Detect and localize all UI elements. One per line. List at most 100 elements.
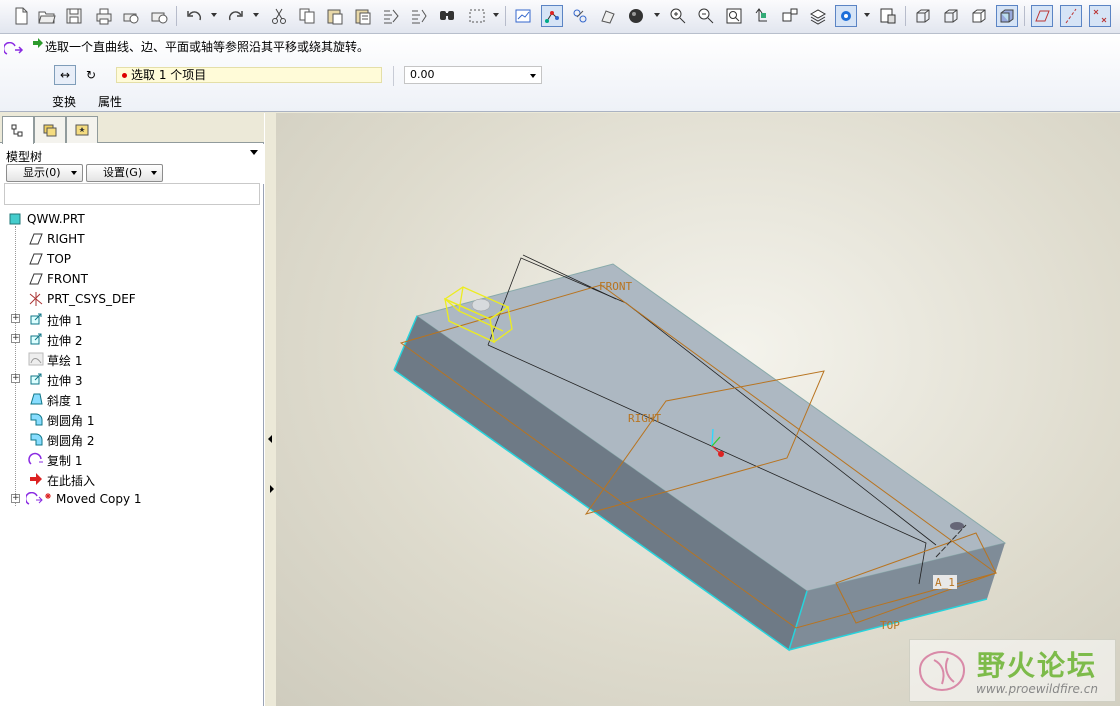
- paste-special-icon[interactable]: [352, 5, 374, 27]
- tree-item-label: 在此插入: [47, 474, 96, 488]
- extrude-icon: [30, 333, 42, 345]
- rotate-button[interactable]: ↻: [80, 65, 102, 85]
- model-3d-view[interactable]: FRONT RIGHT TOP A_1: [276, 113, 1120, 706]
- tree-item-part[interactable]: QWW.PRT: [0, 209, 260, 229]
- tree-item-extrude-2[interactable]: + 拉伸 2: [0, 329, 260, 349]
- hole: [950, 522, 964, 530]
- select-box-icon[interactable]: [464, 5, 490, 27]
- layers-icon[interactable]: [807, 5, 829, 27]
- tree-item-round-1[interactable]: 倒圆角 1: [0, 409, 260, 429]
- expand-toggle[interactable]: +: [11, 494, 20, 503]
- front-plane-label: FRONT: [599, 280, 632, 293]
- feature-copy-icon: [4, 42, 24, 55]
- tree-menu-arrow-icon[interactable]: [250, 150, 258, 155]
- tree-item-label: 草绘 1: [47, 354, 83, 368]
- expand-toggle[interactable]: +: [11, 334, 20, 343]
- expand-toggle[interactable]: +: [11, 314, 20, 323]
- axis-display-toggle-icon[interactable]: [1060, 5, 1082, 27]
- zoom-in-icon[interactable]: [667, 5, 689, 27]
- print-icon[interactable]: [93, 5, 115, 27]
- show-button[interactable]: 显示(0): [6, 164, 83, 182]
- tree-item-sketch-1[interactable]: 草绘 1: [0, 349, 260, 369]
- favorites-icon: [75, 124, 89, 136]
- redo-icon[interactable]: [224, 5, 246, 27]
- expand-toggle[interactable]: +: [11, 374, 20, 383]
- settings-button[interactable]: 设置(G): [86, 164, 163, 182]
- panel-splitter[interactable]: [264, 113, 276, 706]
- graphics-window[interactable]: FRONT RIGHT TOP A_1 野火论坛 www.proewildfir…: [276, 113, 1120, 706]
- datum-axis-display-icon[interactable]: [541, 5, 563, 27]
- redo-dropdown-icon[interactable]: [253, 13, 259, 17]
- datum-plane-icon: [29, 253, 43, 265]
- show-dropdown-icon: [71, 171, 77, 175]
- new-file-icon[interactable]: [10, 5, 32, 27]
- tree-item-front[interactable]: FRONT: [0, 269, 260, 289]
- reference-collector[interactable]: 选取 1 个项目: [116, 67, 382, 83]
- zoom-out-icon[interactable]: [695, 5, 717, 27]
- tree-item-moved-copy[interactable]: + Moved Copy 1: [0, 489, 260, 509]
- tree-search-field[interactable]: [4, 183, 260, 205]
- shading-dropdown-icon[interactable]: [654, 13, 660, 17]
- point-display-toggle-icon[interactable]: [1089, 5, 1111, 27]
- tree-item-copy-1[interactable]: 复制 1: [0, 449, 260, 469]
- view-no-hidden-icon[interactable]: [968, 5, 990, 27]
- saved-views-icon[interactable]: [779, 5, 801, 27]
- spin-center-icon[interactable]: [835, 5, 857, 27]
- tab-properties[interactable]: 属性: [98, 93, 122, 110]
- combo-dropdown-icon[interactable]: [530, 74, 536, 78]
- view-wireframe-icon[interactable]: [912, 5, 934, 27]
- reorient-icon[interactable]: [751, 5, 773, 27]
- message-text: 选取一个直曲线、边、平面或轴等参照沿其平移或绕其旋转。: [45, 40, 370, 54]
- tree-item-draft-1[interactable]: 斜度 1: [0, 389, 260, 409]
- refit-icon[interactable]: [723, 5, 745, 27]
- tab-model-tree[interactable]: [2, 116, 34, 144]
- datum-plane-display-icon[interactable]: [512, 5, 534, 27]
- round-icon: [30, 413, 43, 426]
- tree-item-top[interactable]: TOP: [0, 249, 260, 269]
- paste-icon[interactable]: [324, 5, 346, 27]
- datum-point-display-icon[interactable]: [569, 5, 591, 27]
- translate-button[interactable]: ↔: [54, 65, 76, 85]
- draft-icon: [30, 393, 43, 405]
- plane-display-toggle-icon[interactable]: [1031, 5, 1053, 27]
- expand-right-icon[interactable]: [270, 485, 274, 493]
- collapse-left-icon[interactable]: [268, 435, 272, 443]
- regenerate-manager-icon[interactable]: [408, 5, 430, 27]
- collector-text: 选取 1 个项目: [131, 68, 207, 82]
- right-plane-label: RIGHT: [628, 412, 661, 425]
- undo-dropdown-icon[interactable]: [211, 13, 217, 17]
- appearance-icon[interactable]: [877, 5, 899, 27]
- part-icon: [9, 213, 21, 225]
- print-preview-icon[interactable]: [120, 5, 142, 27]
- tree-item-label: 斜度 1: [47, 394, 83, 408]
- shading-icon[interactable]: [625, 5, 647, 27]
- spin-dropdown-icon[interactable]: [864, 13, 870, 17]
- find-icon[interactable]: [436, 5, 458, 27]
- tree-item-extrude-1[interactable]: + 拉伸 1: [0, 309, 260, 329]
- copy-icon[interactable]: [296, 5, 318, 27]
- tree-item-extrude-3[interactable]: + 拉伸 3: [0, 369, 260, 389]
- regenerate-icon[interactable]: [380, 5, 402, 27]
- tree-item-label: QWW.PRT: [27, 212, 85, 226]
- tab-folder-browser[interactable]: [34, 116, 66, 143]
- tab-favorites[interactable]: [66, 116, 98, 143]
- view-hidden-line-icon[interactable]: [940, 5, 962, 27]
- open-file-icon[interactable]: [36, 5, 58, 27]
- tree-item-right[interactable]: RIGHT: [0, 229, 260, 249]
- move-dashboard: 选取一个直曲线、边、平面或轴等参照沿其平移或绕其旋转。 ↔ ↻ 选取 1 个项目…: [0, 34, 1120, 112]
- send-mail-icon[interactable]: [148, 5, 170, 27]
- distance-value-combo[interactable]: 0.00: [404, 66, 542, 84]
- tree-item-round-2[interactable]: 倒圆角 2: [0, 429, 260, 449]
- copy-feature-icon: [28, 452, 43, 465]
- undo-icon[interactable]: [184, 5, 206, 27]
- tree-item-label: Moved Copy 1: [56, 492, 142, 506]
- save-icon[interactable]: [63, 5, 85, 27]
- tree-item-csys[interactable]: PRT_CSYS_DEF: [0, 289, 260, 309]
- view-shading-icon[interactable]: [996, 5, 1018, 27]
- select-dropdown-icon[interactable]: [493, 13, 499, 17]
- tree-item-label: 拉伸 2: [47, 334, 83, 348]
- tree-item-insert-here[interactable]: 在此插入: [0, 469, 260, 489]
- csys-display-icon[interactable]: [597, 5, 619, 27]
- tab-transform[interactable]: 变换: [52, 93, 76, 110]
- cut-icon[interactable]: [268, 5, 290, 27]
